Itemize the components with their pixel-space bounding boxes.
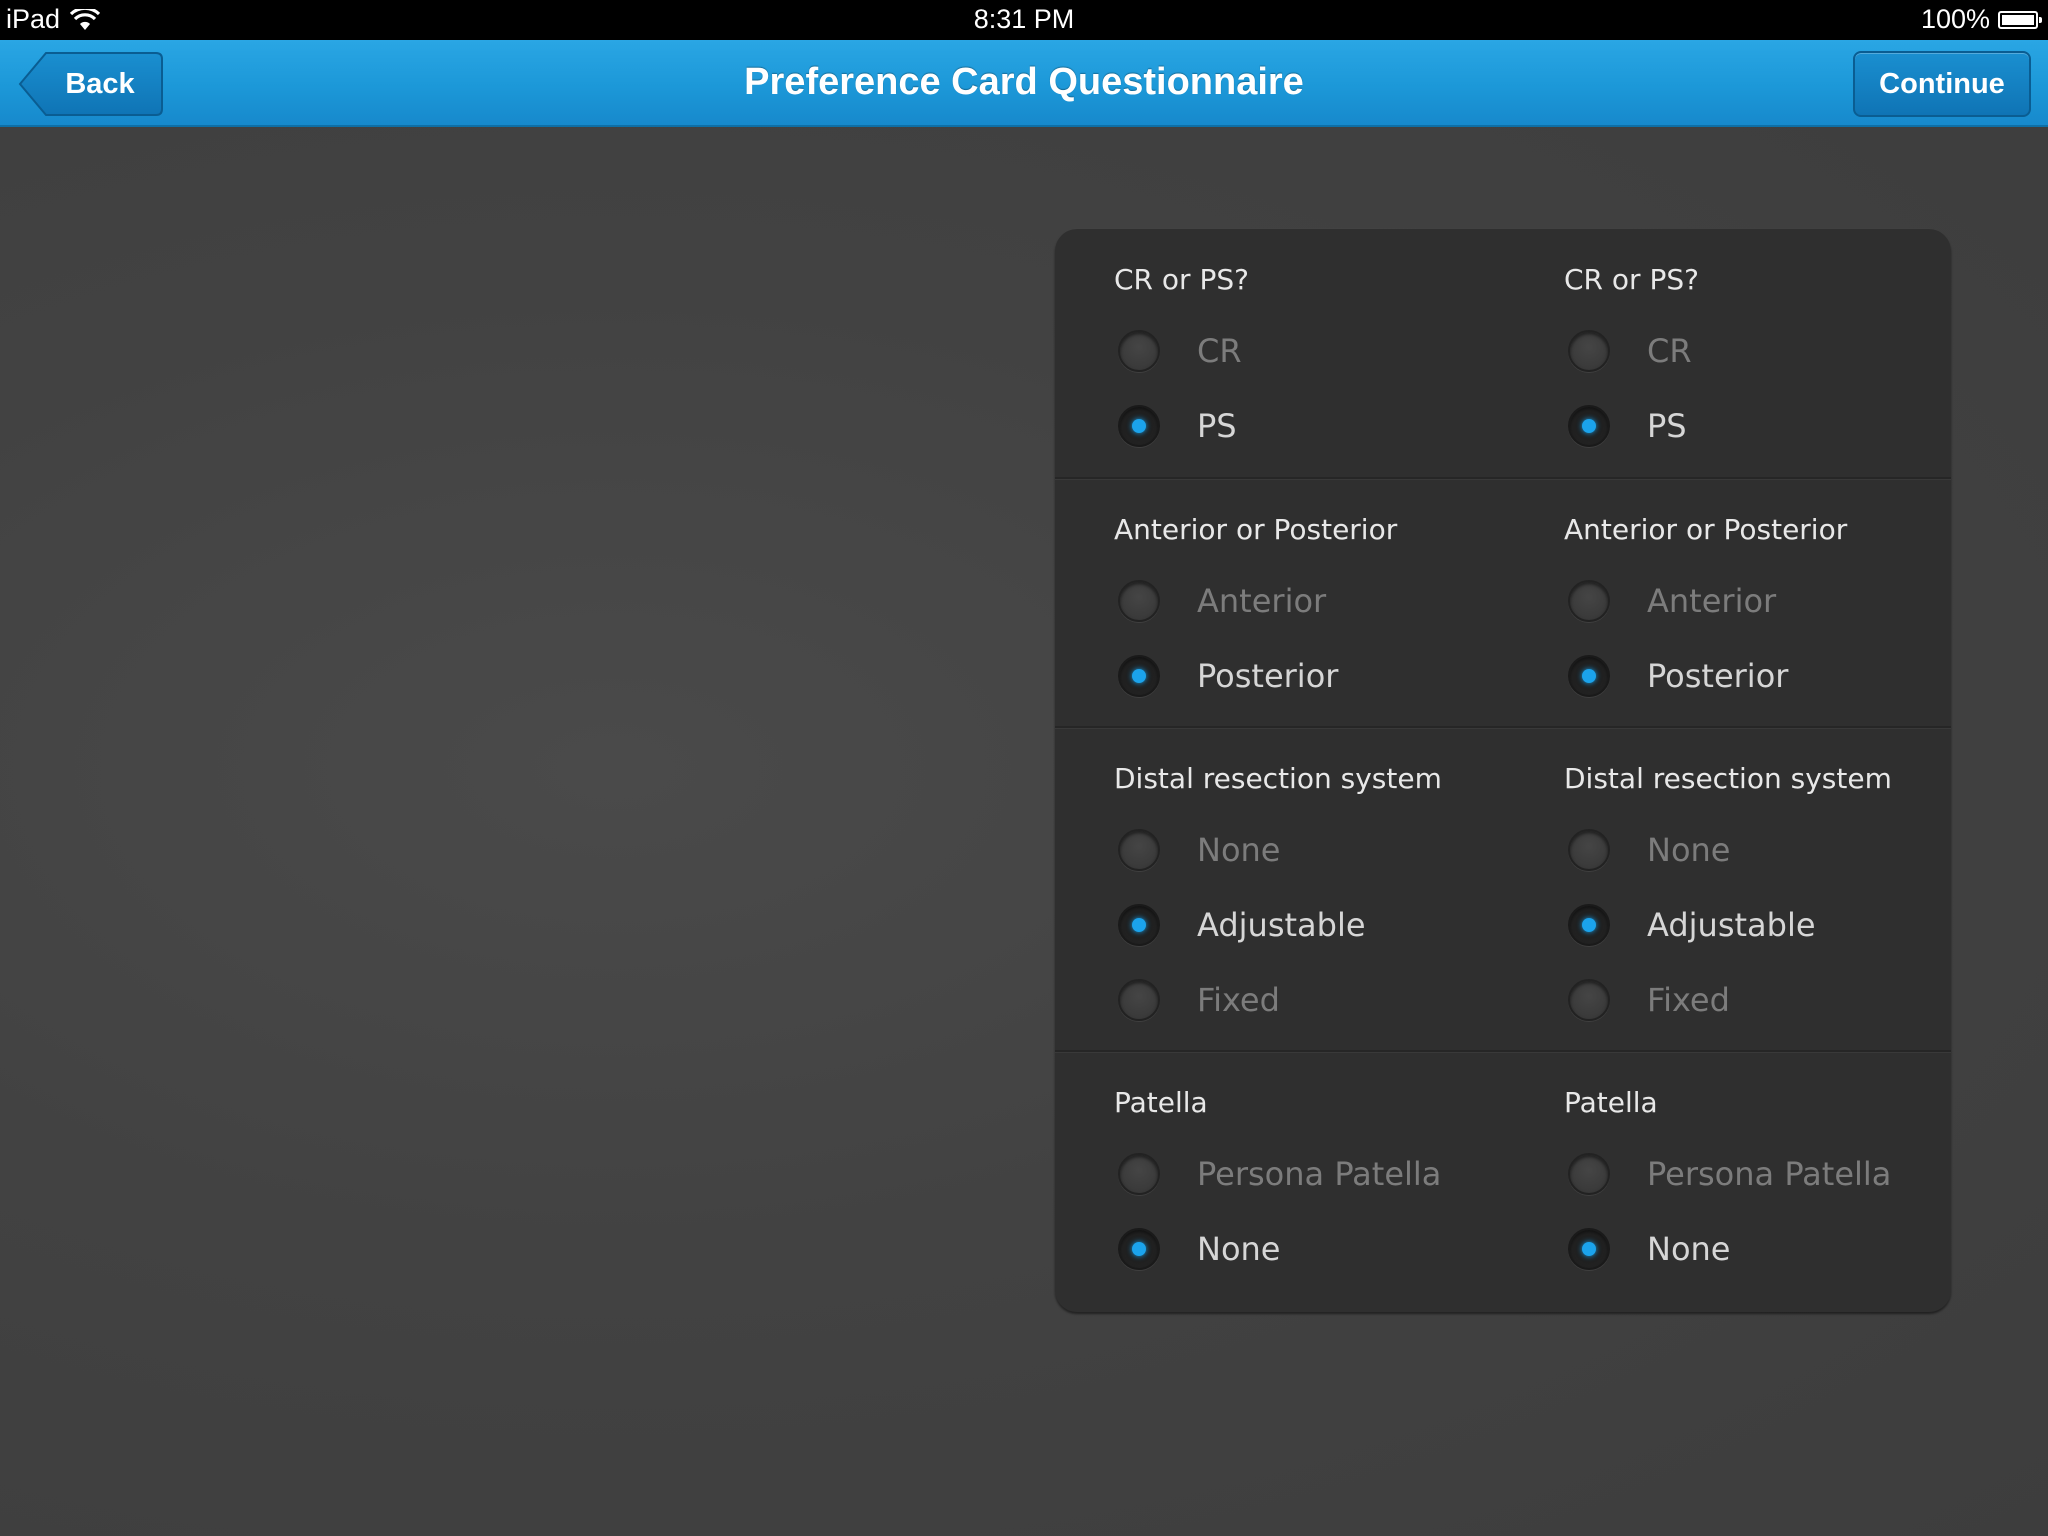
radio-option[interactable]: Fixed: [1568, 975, 1730, 1025]
radio-button-selected[interactable]: [1118, 405, 1160, 447]
status-time: 8:31 PM: [973, 4, 1075, 34]
radio-button[interactable]: [1118, 580, 1160, 622]
radio-option[interactable]: PS: [1568, 401, 1687, 451]
radio-button-selected[interactable]: [1568, 1228, 1610, 1270]
radio-option[interactable]: PS: [1118, 401, 1237, 451]
option-label: PS: [1197, 407, 1237, 445]
question-label: Anterior or Posterior: [1114, 513, 1398, 546]
back-button[interactable]: Back: [18, 51, 164, 117]
option-label: CR: [1647, 332, 1692, 370]
radio-button[interactable]: [1568, 829, 1610, 871]
questionnaire-card: CR or PS? CR PS CR or PS? CR PS Anterior…: [1055, 229, 1951, 1312]
option-label: Adjustable: [1197, 906, 1366, 944]
option-label: Anterior: [1197, 582, 1327, 620]
radio-option[interactable]: Posterior: [1568, 651, 1788, 701]
radio-option[interactable]: CR: [1568, 326, 1692, 376]
option-label: Fixed: [1197, 981, 1280, 1019]
option-label: None: [1197, 1230, 1281, 1268]
option-label: None: [1197, 831, 1281, 869]
radio-option[interactable]: Adjustable: [1118, 900, 1366, 950]
radio-button[interactable]: [1568, 979, 1610, 1021]
radio-button[interactable]: [1118, 1153, 1160, 1195]
radio-option[interactable]: Persona Patella: [1568, 1149, 1891, 1199]
radio-button[interactable]: [1118, 330, 1160, 372]
radio-option[interactable]: None: [1118, 1224, 1280, 1274]
navigation-bar: Preference Card Questionnaire Back Conti…: [0, 40, 2048, 127]
question-label: CR or PS?: [1114, 263, 1249, 296]
question-label: Patella: [1564, 1086, 1658, 1119]
question-label: Anterior or Posterior: [1564, 513, 1848, 546]
radio-button-selected[interactable]: [1118, 1228, 1160, 1270]
radio-option[interactable]: Anterior: [1568, 576, 1776, 626]
radio-button[interactable]: [1118, 979, 1160, 1021]
radio-option[interactable]: Persona Patella: [1118, 1149, 1441, 1199]
battery-indicator: 100%: [1920, 4, 2042, 35]
radio-button[interactable]: [1118, 829, 1160, 871]
option-label: PS: [1647, 407, 1687, 445]
option-label: Fixed: [1647, 981, 1730, 1019]
question-label: CR or PS?: [1564, 263, 1699, 296]
radio-button-selected[interactable]: [1568, 655, 1610, 697]
option-label: None: [1647, 831, 1731, 869]
option-label: Anterior: [1647, 582, 1777, 620]
question-label: Distal resection system: [1114, 762, 1442, 795]
radio-option[interactable]: None: [1568, 1224, 1730, 1274]
radio-button-selected[interactable]: [1118, 655, 1160, 697]
radio-button[interactable]: [1568, 330, 1610, 372]
radio-option[interactable]: None: [1568, 825, 1730, 875]
question-group-anterior-posterior: Anterior or Posterior Anterior Posterior…: [1055, 479, 1951, 728]
option-label: CR: [1197, 332, 1242, 370]
option-label: None: [1647, 1230, 1731, 1268]
question-group-patella: Patella Persona Patella None Patella Per…: [1055, 1052, 1951, 1312]
radio-option[interactable]: Anterior: [1118, 576, 1326, 626]
option-label: Posterior: [1197, 657, 1339, 695]
continue-button[interactable]: Continue: [1853, 51, 2031, 117]
radio-button-selected[interactable]: [1568, 904, 1610, 946]
option-label: Persona Patella: [1647, 1155, 1892, 1193]
back-button-label: Back: [65, 68, 135, 100]
page-title: Preference Card Questionnaire: [744, 61, 1304, 103]
status-bar: iPad 8:31 PM 100%: [0, 0, 2048, 40]
option-label: Adjustable: [1647, 906, 1816, 944]
radio-button[interactable]: [1568, 580, 1610, 622]
radio-option[interactable]: Posterior: [1118, 651, 1338, 701]
question-label: Distal resection system: [1564, 762, 1892, 795]
question-label: Patella: [1114, 1086, 1208, 1119]
radio-option[interactable]: None: [1118, 825, 1280, 875]
question-group-cr-ps: CR or PS? CR PS CR or PS? CR PS: [1055, 229, 1951, 479]
radio-option[interactable]: Fixed: [1118, 975, 1280, 1025]
radio-option[interactable]: CR: [1118, 326, 1242, 376]
option-label: Persona Patella: [1197, 1155, 1442, 1193]
radio-button-selected[interactable]: [1568, 405, 1610, 447]
battery-icon: [1998, 10, 2042, 29]
radio-option[interactable]: Adjustable: [1568, 900, 1816, 950]
battery-percent: 100%: [1920, 4, 1990, 34]
question-group-distal-resection: Distal resection system None Adjustable …: [1055, 728, 1951, 1052]
option-label: Posterior: [1647, 657, 1789, 695]
radio-button-selected[interactable]: [1118, 904, 1160, 946]
radio-button[interactable]: [1568, 1153, 1610, 1195]
